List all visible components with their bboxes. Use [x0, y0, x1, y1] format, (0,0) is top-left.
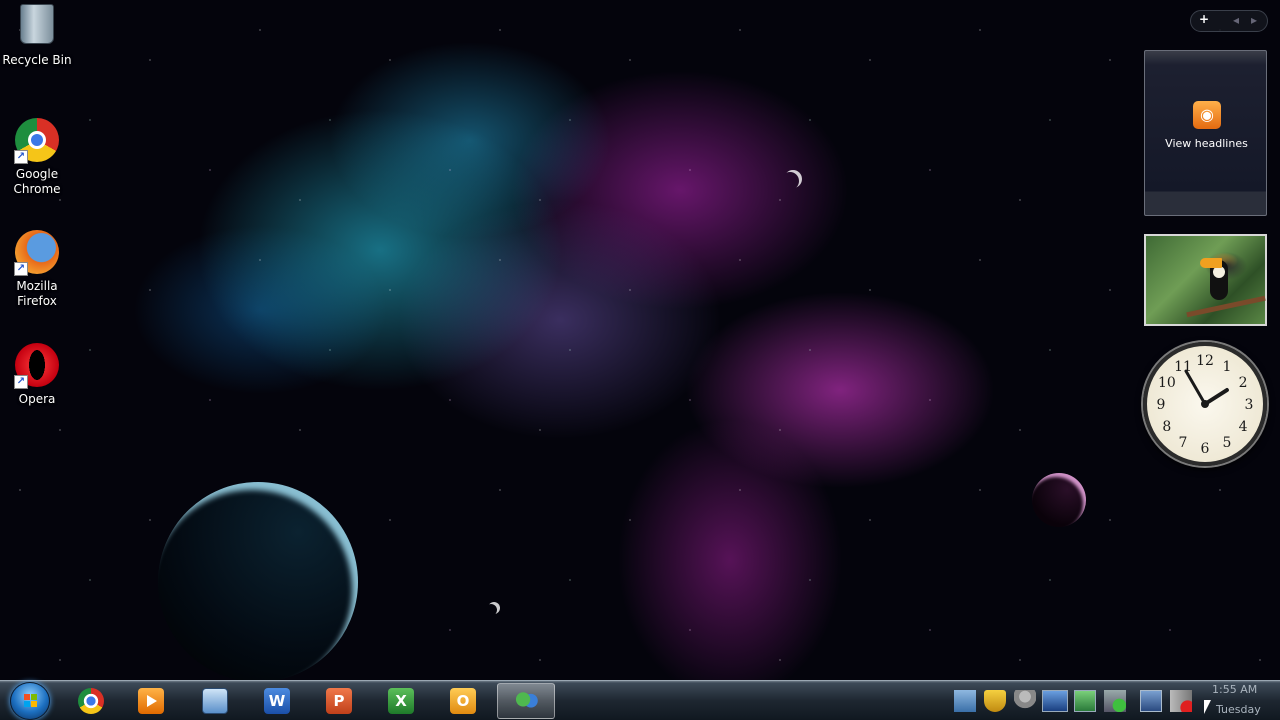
shield-icon[interactable]: [984, 690, 1006, 712]
next-page-button[interactable]: ▸: [1251, 13, 1257, 27]
clock-gadget[interactable]: 12 1 2 3 4 5 6 7 8 9 10 11: [1143, 342, 1267, 466]
clock-minute-hand: [1184, 369, 1207, 406]
shortcut-arrow-icon: ↗: [14, 262, 28, 276]
desktop-icon-label: Firefox: [17, 294, 57, 308]
wallpaper-moon: [784, 170, 802, 188]
windows-flag-icon: [24, 694, 38, 708]
clock-numeral: 12: [1196, 353, 1214, 369]
clock-numeral: 8: [1162, 419, 1171, 435]
chrome-icon: [78, 688, 104, 714]
desktop-icon-label: Google: [15, 167, 59, 181]
clock-numeral: 1: [1223, 359, 1232, 375]
clock-numeral: 3: [1245, 397, 1254, 413]
desktop-icon-label: Mozilla: [16, 279, 58, 293]
network-icon[interactable]: [1140, 690, 1162, 712]
rss-icon: ◉: [1193, 101, 1221, 129]
view-headlines-link[interactable]: View headlines: [1145, 137, 1268, 150]
usb-icon[interactable]: [1104, 690, 1126, 712]
taskbar-clock-time[interactable]: 1:55 AM: [1212, 683, 1272, 696]
taskbar-powerpoint-button[interactable]: P: [310, 683, 368, 719]
network-user-icon[interactable]: [1014, 690, 1036, 712]
opera-icon: ↗: [14, 343, 60, 389]
recycle-bin-icon: [14, 4, 60, 50]
outlook-icon: O: [450, 688, 476, 714]
start-button[interactable]: [10, 682, 50, 720]
wallpaper-moon: [488, 602, 500, 614]
clock-face: 12 12 3 45678 9 1011: [1157, 353, 1254, 457]
desktop-icon-recycle-bin[interactable]: Recycle Bin: [2, 2, 72, 68]
desktop-icon-label: Opera: [18, 392, 56, 406]
shortcut-arrow-icon: ↗: [14, 150, 28, 164]
clock-numeral: 2: [1239, 375, 1248, 391]
clock-center: [1201, 400, 1209, 408]
previous-page-button[interactable]: ◂: [1233, 13, 1239, 27]
media-player-icon: [138, 688, 164, 714]
feed-headlines-gadget[interactable]: ◉ View headlines: [1144, 50, 1267, 216]
powerpoint-icon: P: [326, 688, 352, 714]
slideshow-gadget[interactable]: [1144, 234, 1267, 326]
clock-numeral: 5: [1223, 435, 1232, 451]
desktop-icon-label: Recycle Bin: [2, 53, 72, 67]
desktop-icon-mozilla-firefox[interactable]: ↗ Mozilla Firefox: [2, 230, 72, 309]
clock-numeral: 10: [1158, 375, 1176, 391]
taskbar-computer-button[interactable]: [186, 683, 244, 719]
firefox-icon: ↗: [14, 230, 60, 276]
monitor-icon[interactable]: [1074, 690, 1096, 712]
taskbar-chrome-button[interactable]: [62, 683, 120, 719]
chrome-icon: ↗: [14, 118, 60, 164]
shortcut-arrow-icon: ↗: [14, 375, 28, 389]
taskbar-messenger-button[interactable]: [497, 683, 555, 719]
desktop-icon-google-chrome[interactable]: ↗ Google Chrome: [2, 118, 72, 197]
desktop-icon-label: Chrome: [13, 182, 61, 196]
clock-numeral: 9: [1157, 397, 1166, 413]
volume-muted-icon[interactable]: [1170, 690, 1192, 712]
clock-numeral: 4: [1239, 419, 1248, 435]
mouse-cursor: [1204, 700, 1211, 714]
clock-numeral: 6: [1201, 441, 1210, 457]
tray-app-icon[interactable]: [954, 690, 976, 712]
taskbar-word-button[interactable]: W: [248, 683, 306, 719]
desktop-icon-opera[interactable]: ↗ Opera: [2, 343, 72, 407]
display-icon[interactable]: [1042, 690, 1068, 712]
photo-branch: [1186, 295, 1266, 318]
word-icon: W: [264, 688, 290, 714]
taskbar: W P X O 1:55 AM Tuesday: [0, 680, 1280, 720]
taskbar-excel-button[interactable]: X: [372, 683, 430, 719]
clock-numeral: 11: [1174, 359, 1192, 375]
wallpaper-planet: [158, 482, 358, 682]
computer-icon: [202, 688, 228, 714]
taskbar-media-player-button[interactable]: [122, 683, 180, 719]
messenger-icon: [514, 689, 540, 715]
excel-icon: X: [388, 688, 414, 714]
add-gadget-button[interactable]: +: [1199, 12, 1209, 26]
taskbar-clock-day[interactable]: Tuesday: [1216, 703, 1261, 716]
wallpaper-small-planet: [1032, 473, 1086, 527]
taskbar-outlook-button[interactable]: O: [434, 683, 492, 719]
photo-toucan-bill: [1200, 258, 1222, 268]
gadget-toolbar: + ◂ ▸: [1190, 10, 1268, 32]
clock-numeral: 7: [1179, 435, 1188, 451]
